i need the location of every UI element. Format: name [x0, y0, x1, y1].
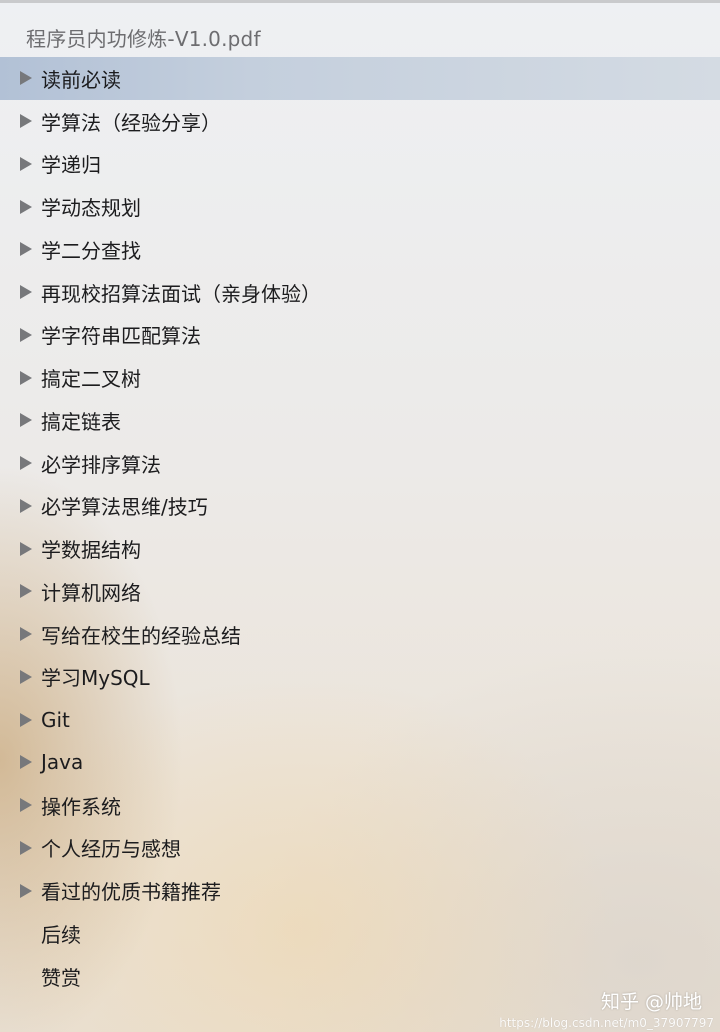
outline-item-0[interactable]: 读前必读 [0, 57, 720, 100]
disclosure-triangle-icon[interactable] [20, 541, 32, 556]
csdn-watermark-url: https://blog.csdn.net/m0_37907797 [499, 1016, 714, 1030]
outline-item-9[interactable]: 必学排序算法 [0, 442, 720, 485]
outline-item-20[interactable]: 后续 [0, 912, 720, 955]
outline-item-label: 搞定链表 [41, 409, 121, 434]
outline-item-label: 必学排序算法 [41, 452, 161, 477]
outline-item-10[interactable]: 必学算法思维/技巧 [0, 485, 720, 528]
outline-item-label: 操作系统 [41, 794, 121, 819]
pdf-outline-sidebar: 程序员内功修炼-V1.0.pdf 读前必读 学算法（经验分享） 学递归 学动态规… [0, 3, 720, 1032]
outline-item-label: 读前必读 [41, 67, 121, 92]
disclosure-triangle-icon[interactable] [20, 498, 32, 513]
outline-item-7[interactable]: 搞定二叉树 [0, 356, 720, 399]
outline-item-label: 计算机网络 [41, 580, 141, 605]
document-title: 程序员内功修炼-V1.0.pdf [26, 27, 261, 51]
disclosure-triangle-icon[interactable] [20, 327, 32, 342]
zhihu-watermark: 知乎 @帅地 [600, 991, 702, 1013]
disclosure-triangle-icon[interactable] [20, 627, 32, 642]
outline-item-label: 搞定二叉树 [41, 367, 141, 392]
outline-item-6[interactable]: 学字符串匹配算法 [0, 314, 720, 357]
outline-item-1[interactable]: 学算法（经验分享） [0, 100, 720, 143]
outline-item-13[interactable]: 写给在校生的经验总结 [0, 613, 720, 656]
disclosure-triangle-icon[interactable] [20, 199, 32, 214]
outline-item-18[interactable]: 个人经历与感想 [0, 827, 720, 870]
outline-item-label: 必学算法思维/技巧 [41, 495, 208, 520]
outline-list: 读前必读 学算法（经验分享） 学递归 学动态规划 学二分查找 再现校招算法面试（… [0, 57, 720, 998]
disclosure-triangle-icon[interactable] [20, 413, 32, 428]
outline-item-label: 学字符串匹配算法 [41, 324, 201, 349]
outline-item-label: 再现校招算法面试（亲身体验） [41, 281, 321, 306]
outline-item-label: 学算法（经验分享） [41, 110, 221, 135]
outline-item-label: 学习MySQL [41, 666, 150, 691]
outline-item-15[interactable]: Git [0, 698, 720, 741]
outline-item-2[interactable]: 学递归 [0, 143, 720, 186]
outline-item-label: 后续 [41, 922, 81, 947]
outline-item-label: 学二分查找 [41, 238, 141, 263]
outline-item-3[interactable]: 学动态规划 [0, 185, 720, 228]
disclosure-triangle-icon[interactable] [20, 156, 32, 171]
outline-item-label: 学数据结构 [41, 538, 141, 563]
outline-item-label: 学递归 [41, 153, 101, 178]
outline-item-12[interactable]: 计算机网络 [0, 570, 720, 613]
outline-item-14[interactable]: 学习MySQL [0, 656, 720, 699]
outline-item-4[interactable]: 学二分查找 [0, 228, 720, 271]
disclosure-triangle-icon[interactable] [20, 456, 32, 471]
disclosure-triangle-icon[interactable] [20, 370, 32, 385]
outline-item-label: 看过的优质书籍推荐 [41, 880, 221, 905]
outline-item-8[interactable]: 搞定链表 [0, 399, 720, 442]
outline-item-17[interactable]: 操作系统 [0, 784, 720, 827]
disclosure-triangle-icon[interactable] [20, 285, 32, 300]
outline-item-label: Java [41, 750, 84, 775]
outline-item-11[interactable]: 学数据结构 [0, 527, 720, 570]
outline-item-label: 个人经历与感想 [41, 837, 181, 862]
disclosure-triangle-icon[interactable] [20, 798, 32, 813]
outline-item-label: Git [41, 707, 70, 732]
outline-item-label: 学动态规划 [41, 196, 141, 221]
disclosure-triangle-icon[interactable] [20, 883, 32, 898]
disclosure-triangle-icon[interactable] [20, 114, 32, 129]
outline-item-16[interactable]: Java [0, 741, 720, 784]
outline-item-label: 赞赏 [41, 965, 81, 990]
outline-item-5[interactable]: 再现校招算法面试（亲身体验） [0, 271, 720, 314]
outline-item-19[interactable]: 看过的优质书籍推荐 [0, 869, 720, 912]
disclosure-triangle-icon[interactable] [20, 712, 32, 727]
disclosure-triangle-icon[interactable] [20, 584, 32, 599]
disclosure-triangle-icon[interactable] [20, 71, 32, 86]
disclosure-triangle-icon[interactable] [20, 669, 32, 684]
disclosure-triangle-icon[interactable] [20, 840, 32, 855]
outline-item-label: 写给在校生的经验总结 [41, 623, 241, 648]
disclosure-triangle-icon[interactable] [20, 755, 32, 770]
disclosure-triangle-icon[interactable] [20, 242, 32, 257]
